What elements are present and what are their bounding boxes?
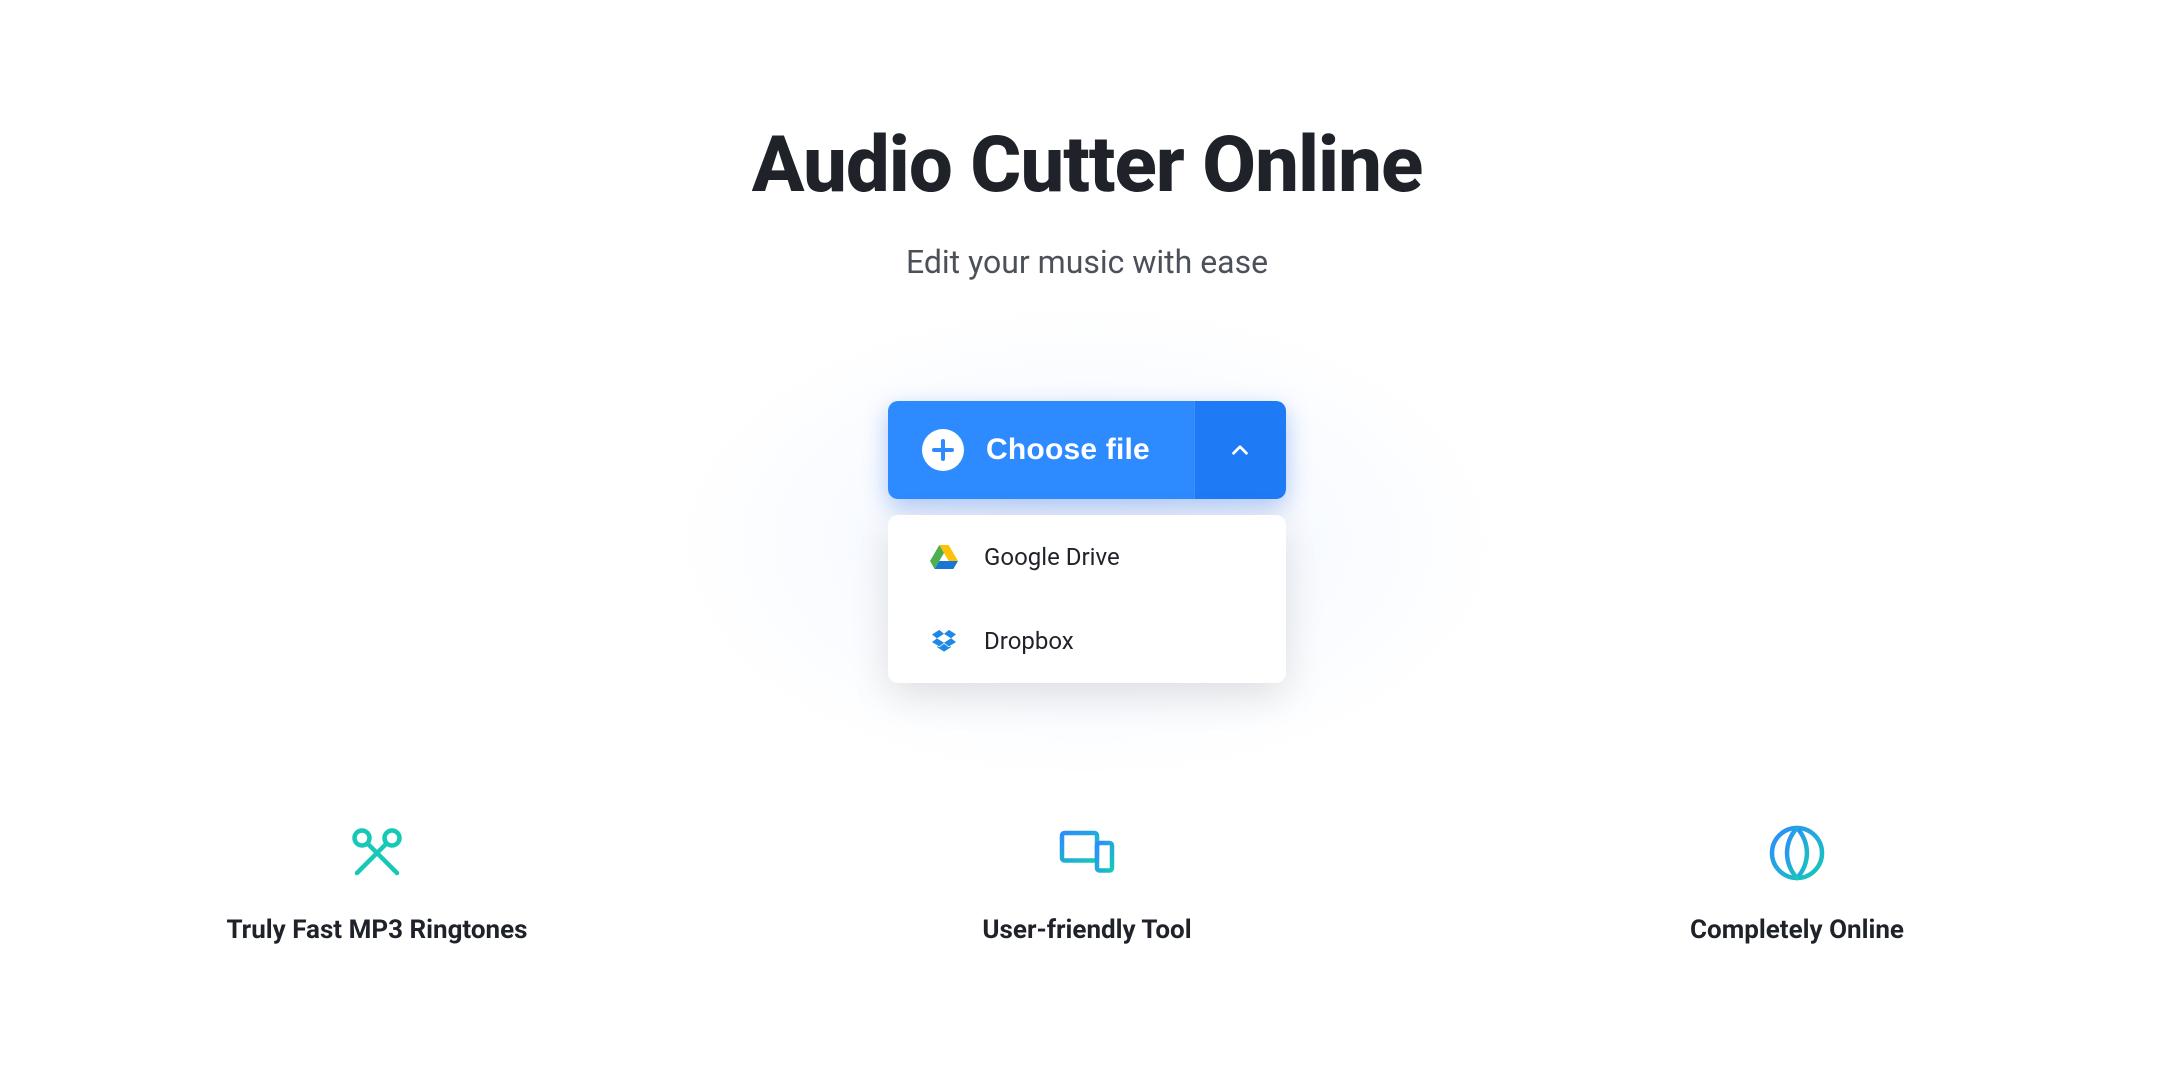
choose-file-row: Choose file: [888, 401, 1286, 499]
globe-icon: [1767, 823, 1827, 883]
feature-online: Completely Online: [1587, 823, 2007, 948]
devices-icon: [1057, 823, 1117, 883]
feature-friendly: User-friendly Tool: [877, 823, 1297, 948]
features-row: Truly Fast MP3 Ringtones User-: [167, 823, 2007, 948]
source-dropdown-toggle[interactable]: [1194, 401, 1286, 499]
dropbox-icon: [928, 625, 960, 657]
page-title: Audio Cutter Online: [752, 120, 1423, 211]
source-google-drive[interactable]: Google Drive: [888, 515, 1286, 599]
google-drive-icon: [928, 541, 960, 573]
upload-area: Choose file Google Drive: [888, 401, 1286, 683]
feature-fast: Truly Fast MP3 Ringtones: [167, 823, 587, 948]
scissors-icon: [347, 823, 407, 883]
feature-online-title: Completely Online: [1690, 913, 1904, 948]
chevron-up-icon: [1227, 437, 1253, 463]
choose-file-label: Choose file: [986, 433, 1150, 467]
feature-fast-title: Truly Fast MP3 Ringtones: [226, 913, 527, 948]
choose-file-button[interactable]: Choose file: [888, 401, 1194, 499]
source-dropbox[interactable]: Dropbox: [888, 599, 1286, 683]
main-container: Audio Cutter Online Edit your music with…: [0, 0, 2174, 948]
page-subtitle: Edit your music with ease: [906, 243, 1268, 281]
source-dropdown-menu: Google Drive Dropbox: [888, 515, 1286, 683]
source-google-drive-label: Google Drive: [984, 543, 1120, 571]
plus-icon: [922, 429, 964, 471]
feature-friendly-title: User-friendly Tool: [982, 913, 1191, 948]
source-dropbox-label: Dropbox: [984, 627, 1074, 655]
